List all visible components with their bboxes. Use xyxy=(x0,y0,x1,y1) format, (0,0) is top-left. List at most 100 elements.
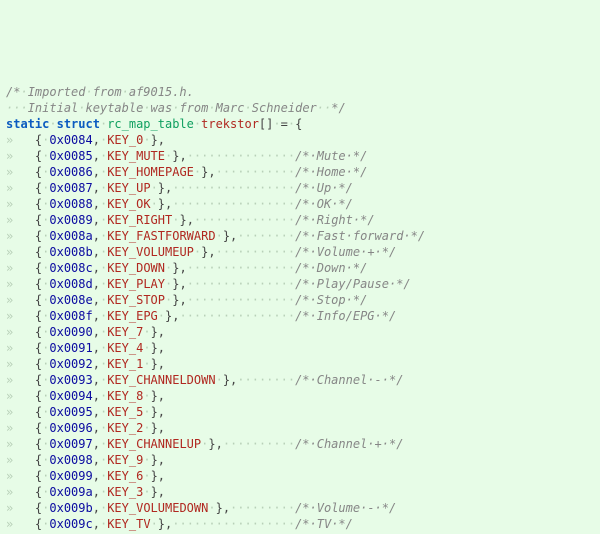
row-comment: /*·Info/EPG·*/ xyxy=(295,309,396,323)
row-key: KEY_CHANNELUP xyxy=(107,437,201,451)
indent: » xyxy=(6,133,35,147)
code-block: /*·Imported·from·af9015.h. ···Initial·ke… xyxy=(0,64,600,534)
row-key: KEY_RIGHT xyxy=(107,213,172,227)
row-close: }, xyxy=(172,261,186,275)
row-hex: 0x0087 xyxy=(49,181,92,195)
indent: » xyxy=(6,421,35,435)
table-row: » {·0x009a,·KEY_3·}, xyxy=(6,485,165,499)
row-close: }, xyxy=(151,469,165,483)
indent: » xyxy=(6,277,35,291)
row-key: KEY_PLAY xyxy=(107,277,165,291)
row-hex: 0x0097 xyxy=(49,437,92,451)
row-hex: 0x008a xyxy=(49,229,92,243)
indent: » xyxy=(6,181,35,195)
row-hex: 0x008c xyxy=(49,261,92,275)
row-key: KEY_7 xyxy=(107,325,143,339)
row-key: KEY_UP xyxy=(107,181,150,195)
comment-line-2: ···Initial·keytable·was·from·Marc·Schnei… xyxy=(6,101,346,115)
indent: » xyxy=(6,165,35,179)
table-row: » {·0x0099,·KEY_6·}, xyxy=(6,469,165,483)
table-row: » {·0x0084,·KEY_0·}, xyxy=(6,133,165,147)
row-close: }, xyxy=(201,245,215,259)
indent: » xyxy=(6,389,35,403)
row-comment: /*·Channel·+·*/ xyxy=(295,437,403,451)
indent: » xyxy=(6,405,35,419)
row-comment: /*·Play/Pause·*/ xyxy=(295,277,411,291)
table-row: » {·0x008f,·KEY_EPG·},················/*… xyxy=(6,309,396,323)
indent: » xyxy=(6,501,35,515)
indent: » xyxy=(6,309,35,323)
row-key: KEY_3 xyxy=(107,485,143,499)
decl-suffix: []·=·{ xyxy=(259,117,302,131)
row-hex: 0x009b xyxy=(49,501,92,515)
row-close: }, xyxy=(201,165,215,179)
row-close: }, xyxy=(165,309,179,323)
row-hex: 0x0091 xyxy=(49,341,92,355)
indent: » xyxy=(6,261,35,275)
row-hex: 0x0088 xyxy=(49,197,92,211)
row-hex: 0x0090 xyxy=(49,325,92,339)
table-row: » {·0x008a,·KEY_FASTFORWARD·},········/*… xyxy=(6,229,425,243)
var-name: trekstor xyxy=(201,117,259,131)
row-hex: 0x0096 xyxy=(49,421,92,435)
row-close: }, xyxy=(158,181,172,195)
row-hex: 0x0095 xyxy=(49,405,92,419)
row-close: }, xyxy=(172,277,186,291)
row-key: KEY_2 xyxy=(107,421,143,435)
row-comment: /*·Volume·+·*/ xyxy=(295,245,396,259)
row-hex: 0x009a xyxy=(49,485,92,499)
row-close: }, xyxy=(151,453,165,467)
row-key: KEY_4 xyxy=(107,341,143,355)
row-hex: 0x0092 xyxy=(49,357,92,371)
indent: » xyxy=(6,325,35,339)
row-key: KEY_MUTE xyxy=(107,149,165,163)
row-comment: /*·TV·*/ xyxy=(295,517,353,531)
table-row: » {·0x0091,·KEY_4·}, xyxy=(6,341,165,355)
table-row: » {·0x0093,·KEY_CHANNELDOWN·},········/*… xyxy=(6,373,403,387)
row-key: KEY_EPG xyxy=(107,309,158,323)
row-close: }, xyxy=(151,341,165,355)
row-hex: 0x0094 xyxy=(49,389,92,403)
row-close: }, xyxy=(223,373,237,387)
table-row: » {·0x0085,·KEY_MUTE·},···············/*… xyxy=(6,149,367,163)
row-comment: /*·Volume·-·*/ xyxy=(295,501,396,515)
row-comment: /*·Fast·forward·*/ xyxy=(295,229,425,243)
row-comment: /*·Mute·*/ xyxy=(295,149,367,163)
row-hex: 0x0098 xyxy=(49,453,92,467)
row-close: }, xyxy=(172,149,186,163)
table-row: » {·0x0089,·KEY_RIGHT·},··············/*… xyxy=(6,213,375,227)
table-row: » {·0x008b,·KEY_VOLUMEUP·},···········/*… xyxy=(6,245,396,259)
row-close: }, xyxy=(179,213,193,227)
table-row: » {·0x0095,·KEY_5·}, xyxy=(6,405,165,419)
table-row: » {·0x008c,·KEY_DOWN·},···············/*… xyxy=(6,261,367,275)
indent: » xyxy=(6,341,35,355)
row-hex: 0x0089 xyxy=(49,213,92,227)
row-close: }, xyxy=(151,133,165,147)
row-close: }, xyxy=(208,437,222,451)
row-close: }, xyxy=(151,421,165,435)
row-close: }, xyxy=(223,229,237,243)
row-hex: 0x0086 xyxy=(49,165,92,179)
row-hex: 0x0099 xyxy=(49,469,92,483)
indent: » xyxy=(6,373,35,387)
indent: » xyxy=(6,213,35,227)
row-comment: /*·Up·*/ xyxy=(295,181,353,195)
row-key: KEY_8 xyxy=(107,389,143,403)
table-row: » {·0x0092,·KEY_1·}, xyxy=(6,357,165,371)
row-key: KEY_OK xyxy=(107,197,150,211)
table-row: » {·0x008d,·KEY_PLAY·},···············/*… xyxy=(6,277,411,291)
row-close: }, xyxy=(151,389,165,403)
row-key: KEY_HOMEPAGE xyxy=(107,165,194,179)
row-close: }, xyxy=(151,405,165,419)
table-row: » {·0x0097,·KEY_CHANNELUP·},··········/*… xyxy=(6,437,403,451)
indent: » xyxy=(6,245,35,259)
row-comment: /*·Home·*/ xyxy=(295,165,367,179)
row-key: KEY_1 xyxy=(107,357,143,371)
indent: » xyxy=(6,197,35,211)
table-row: » {·0x0090,·KEY_7·}, xyxy=(6,325,165,339)
row-hex: 0x008d xyxy=(49,277,92,291)
indent: » xyxy=(6,453,35,467)
indent: » xyxy=(6,149,35,163)
table-row: » {·0x0087,·KEY_UP·},·················/*… xyxy=(6,181,353,195)
row-comment: /*·Right·*/ xyxy=(295,213,374,227)
